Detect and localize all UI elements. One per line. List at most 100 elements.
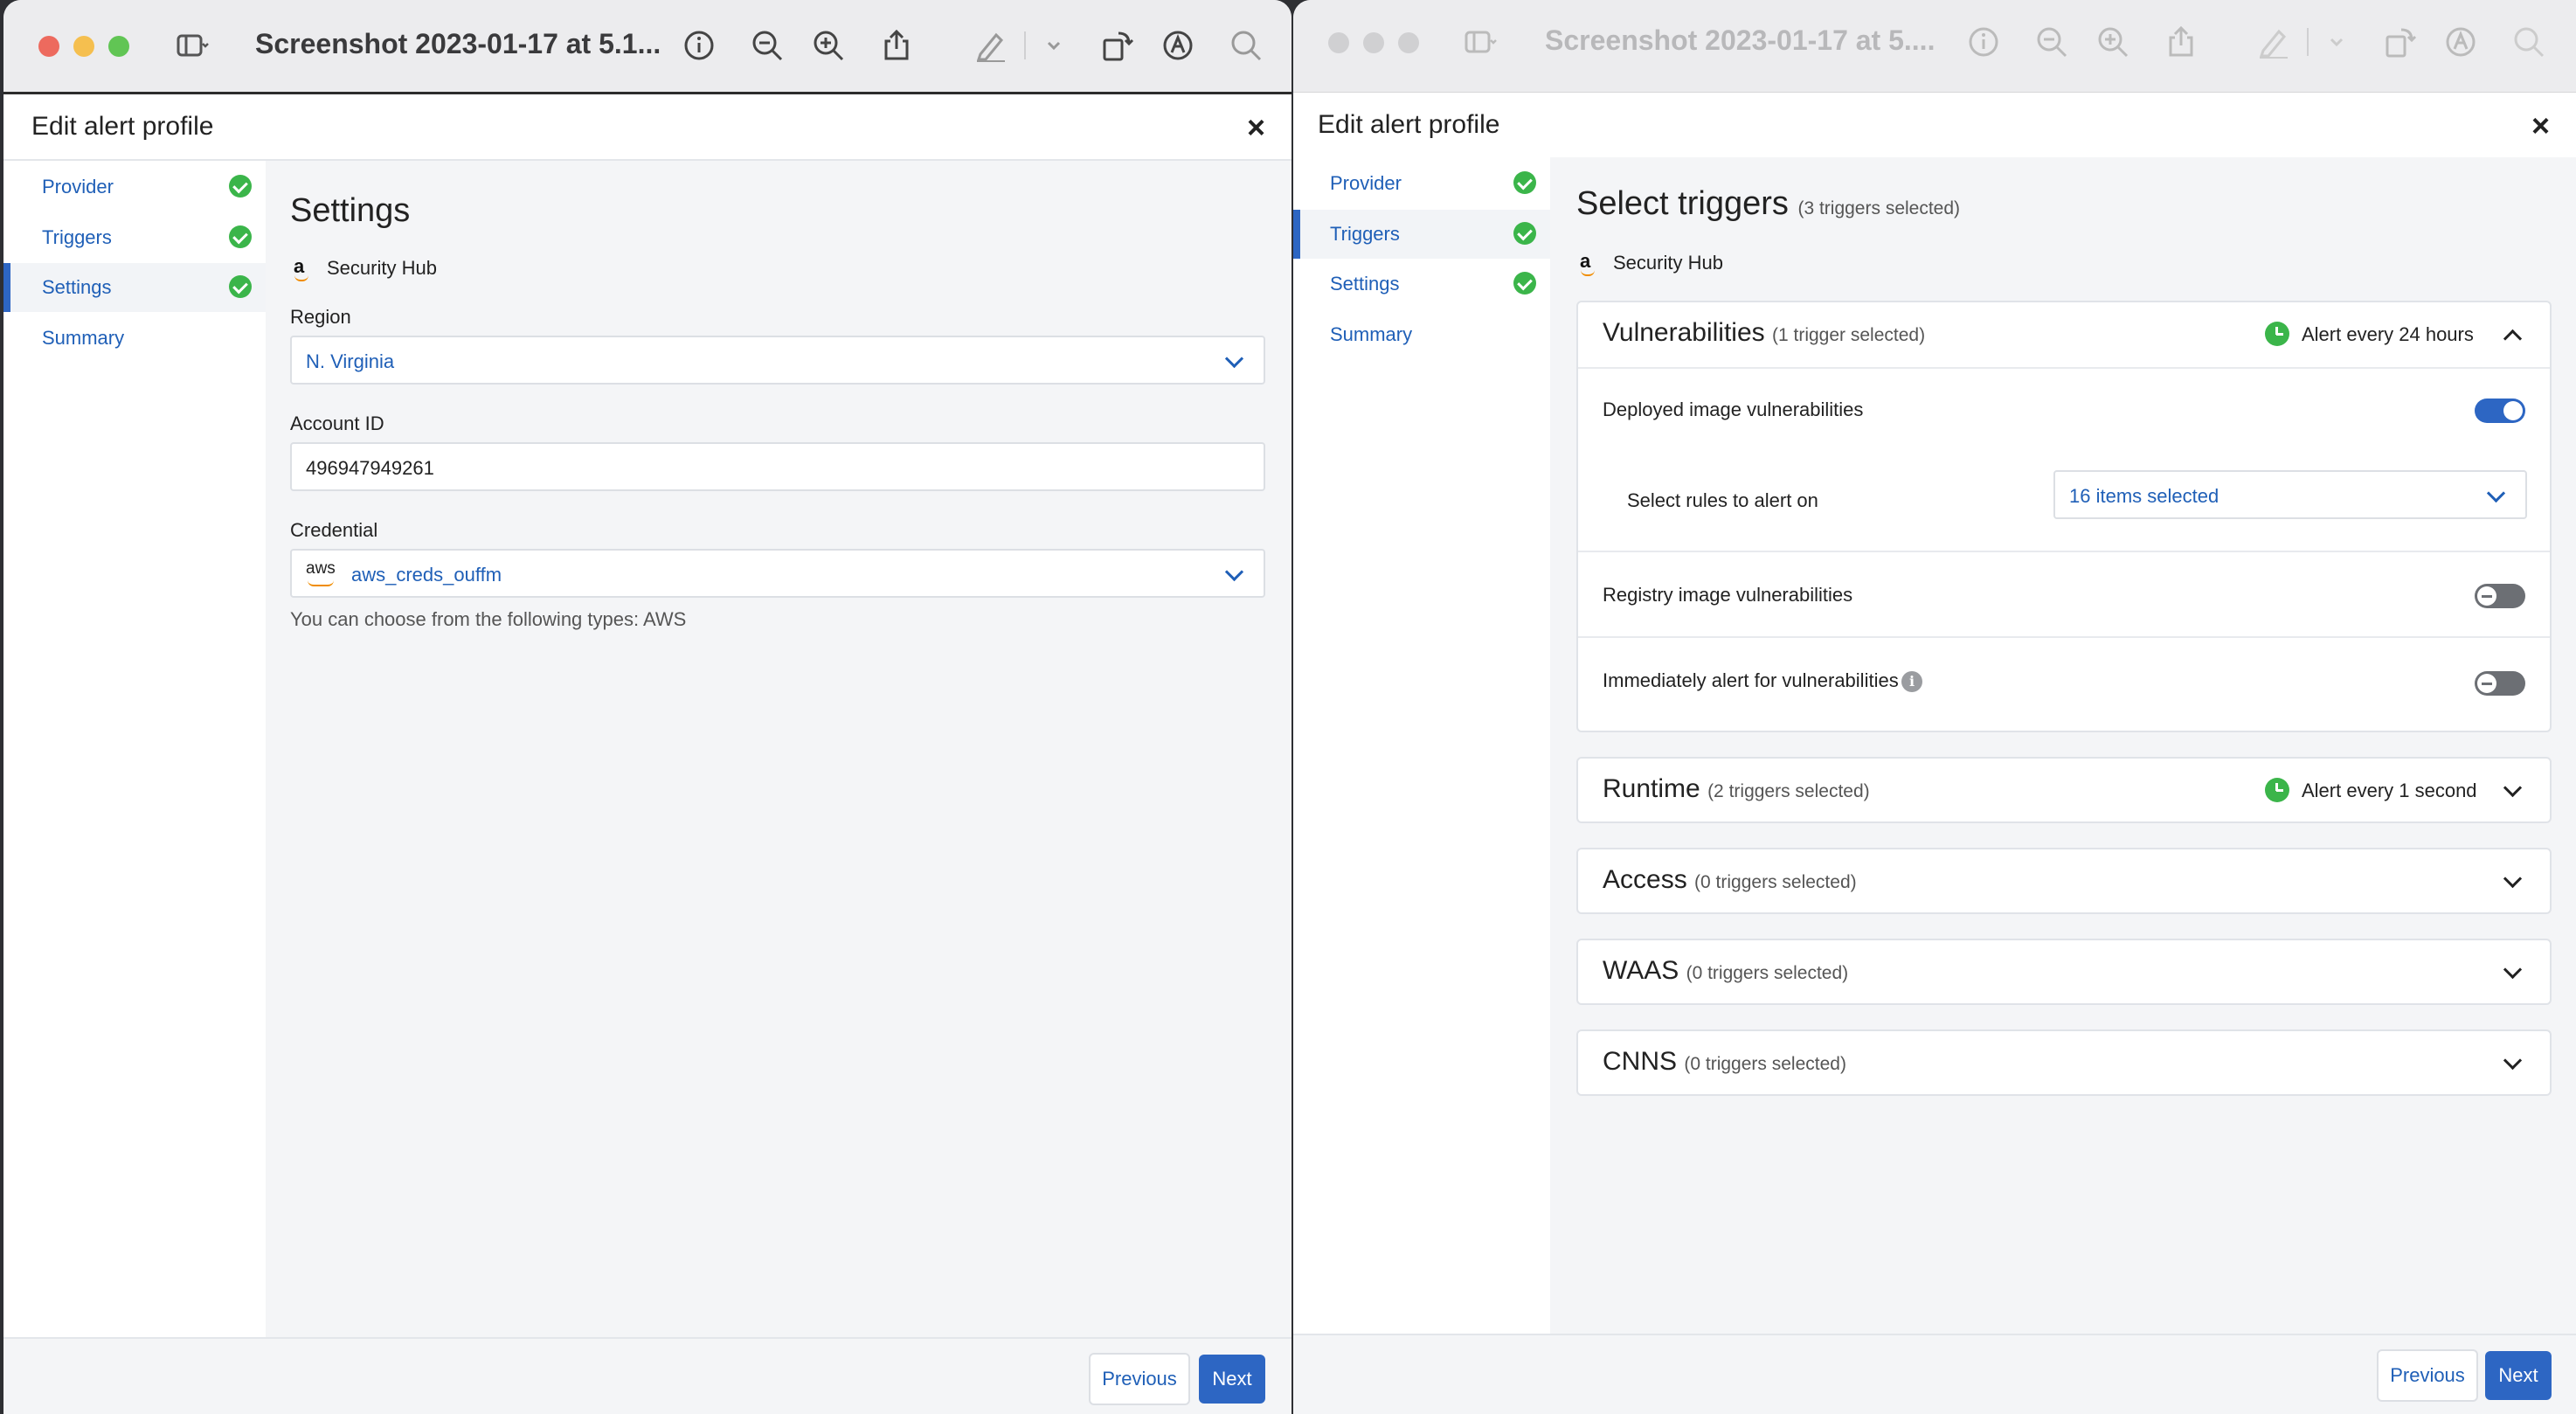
sidebar-toggle-icon[interactable] (1463, 24, 1498, 59)
window-toolbar: Screenshot 2023-01-17 at 5.1... (3, 0, 1291, 94)
zoom-window-button[interactable] (108, 36, 129, 57)
check-circle-icon (1513, 272, 1536, 295)
markup-circle-icon[interactable] (2443, 24, 2478, 59)
zoom-in-icon[interactable] (2095, 24, 2130, 59)
cnns-section[interactable]: CNNS (0 triggers selected) (1576, 1029, 2552, 1096)
section-count: (1 trigger selected) (1772, 325, 1926, 345)
credential-select[interactable]: aws aws_creds_ouffm (290, 549, 1265, 598)
page-title: Settings (290, 192, 411, 229)
vulnerabilities-section: Vulnerabilities (1 trigger selected) Ale… (1576, 301, 2552, 732)
section-title: Vulnerabilities (1 trigger selected) (1603, 318, 1925, 348)
step-summary[interactable]: Summary (1293, 310, 1550, 359)
check-circle-icon (229, 175, 252, 198)
zoom-out-icon[interactable] (2034, 24, 2069, 59)
next-button[interactable]: Next (2485, 1351, 2552, 1400)
chevron-down-icon[interactable] (2503, 869, 2523, 889)
section-title-text: Runtime (1603, 774, 1700, 803)
runtime-section[interactable]: Runtime (2 triggers selected) Alert ever… (1576, 757, 2552, 823)
rules-row: Select rules to alert on 16 items select… (1578, 461, 2550, 549)
clock-icon (2265, 322, 2289, 346)
chevron-down-icon[interactable] (2503, 778, 2523, 798)
check-circle-icon (229, 275, 252, 298)
credential-hint: You can choose from the following types:… (290, 608, 687, 630)
section-title-text: WAAS (1603, 956, 1679, 985)
close-window-button[interactable] (1328, 32, 1349, 53)
deployed-image-vulnerabilities-toggle[interactable] (2475, 399, 2525, 423)
check-circle-icon (1513, 171, 1536, 194)
share-icon[interactable] (879, 28, 914, 63)
modal-footer: Previous Next (1293, 1334, 2576, 1414)
modal-title: Edit alert profile (1318, 110, 1500, 139)
waas-section[interactable]: WAAS (0 triggers selected) (1576, 939, 2552, 1005)
markup-pen-icon[interactable] (973, 28, 1008, 63)
markup-menu-chevron-icon[interactable] (2319, 24, 2354, 59)
search-icon[interactable] (2511, 24, 2546, 59)
previous-button[interactable]: Previous (2377, 1349, 2478, 1402)
settings-panel: Settings a Security Hub Region N. Virgin… (266, 161, 1291, 1339)
section-title: Runtime (2 triggers selected) (1603, 774, 1870, 804)
close-modal-button[interactable]: × (1247, 112, 1265, 143)
share-icon[interactable] (2164, 24, 2199, 59)
immediate-alert-toggle[interactable] (2475, 671, 2525, 696)
rotate-icon[interactable] (2382, 24, 2417, 59)
previous-button[interactable]: Previous (1089, 1353, 1190, 1405)
deployed-image-vulnerabilities-label: Deployed image vulnerabilities (1603, 399, 1864, 420)
chevron-down-icon[interactable] (2503, 960, 2523, 980)
registry-image-vulnerabilities-toggle[interactable] (2475, 584, 2525, 608)
chevron-down-icon (2486, 483, 2506, 503)
document-title: Screenshot 2023-01-17 at 5.1... (255, 28, 661, 59)
chevron-up-icon[interactable] (2503, 329, 2523, 349)
step-label: Summary (42, 327, 125, 349)
rotate-icon[interactable] (1099, 28, 1134, 63)
alert-frequency: Alert every 1 second (2302, 780, 2477, 801)
step-triggers[interactable]: Triggers (1293, 210, 1550, 259)
aws-logo-icon: aws (306, 559, 336, 578)
close-window-button[interactable] (38, 36, 59, 57)
rules-select-value: 16 items selected (2069, 485, 2219, 507)
minimize-window-button[interactable] (73, 36, 94, 57)
info-icon[interactable]: i (1901, 671, 1922, 692)
markup-circle-icon[interactable] (1160, 28, 1195, 63)
step-triggers[interactable]: Triggers (3, 213, 266, 262)
preview-window-right: Screenshot 2023-01-17 at 5.... Edit aler… (1293, 0, 2576, 1414)
sidebar-toggle-icon[interactable] (175, 28, 210, 63)
markup-pen-icon[interactable] (2256, 24, 2291, 59)
next-button[interactable]: Next (1199, 1355, 1265, 1404)
window-toolbar: Screenshot 2023-01-17 at 5.... (1293, 0, 2576, 94)
rules-select[interactable]: 16 items selected (2053, 470, 2527, 519)
step-label: Provider (42, 176, 114, 198)
search-icon[interactable] (1229, 28, 1264, 63)
region-value: N. Virginia (306, 350, 395, 372)
registry-image-vulnerabilities-label: Registry image vulnerabilities (1603, 584, 1853, 606)
triggers-panel: Select triggers (3 triggers selected) a … (1550, 157, 2576, 1335)
step-settings[interactable]: Settings (1293, 260, 1550, 308)
account-id-input[interactable]: 496947949261 (290, 442, 1265, 491)
modal-footer: Previous Next (3, 1337, 1291, 1414)
close-modal-button[interactable]: × (2531, 110, 2550, 142)
step-provider[interactable]: Provider (3, 163, 266, 211)
credential-label: Credential (290, 519, 378, 541)
step-label: Triggers (42, 226, 112, 248)
info-icon[interactable] (1966, 24, 2001, 59)
step-label: Settings (42, 276, 112, 298)
step-summary[interactable]: Summary (3, 314, 266, 363)
wizard-steps: Provider Triggers Settings Summary (1293, 157, 1550, 1335)
chevron-down-icon[interactable] (2503, 1050, 2523, 1071)
section-title: WAAS (0 triggers selected) (1603, 956, 1848, 986)
section-count: (0 triggers selected) (1686, 963, 1849, 983)
info-icon[interactable] (682, 28, 717, 63)
step-settings[interactable]: Settings (3, 263, 266, 312)
markup-menu-chevron-icon[interactable] (1036, 28, 1071, 63)
region-select[interactable]: N. Virginia (290, 336, 1265, 385)
zoom-window-button[interactable] (1398, 32, 1419, 53)
section-title: Access (0 triggers selected) (1603, 865, 1857, 895)
amazon-logo-icon: a (294, 255, 309, 281)
access-section[interactable]: Access (0 triggers selected) (1576, 848, 2552, 914)
step-provider[interactable]: Provider (1293, 159, 1550, 208)
minimize-window-button[interactable] (1363, 32, 1384, 53)
zoom-out-icon[interactable] (750, 28, 785, 63)
account-id-label: Account ID (290, 412, 384, 434)
amazon-logo-icon: a (1580, 250, 1596, 276)
vulnerabilities-header[interactable]: Vulnerabilities (1 trigger selected) Ale… (1578, 302, 2550, 367)
zoom-in-icon[interactable] (811, 28, 846, 63)
